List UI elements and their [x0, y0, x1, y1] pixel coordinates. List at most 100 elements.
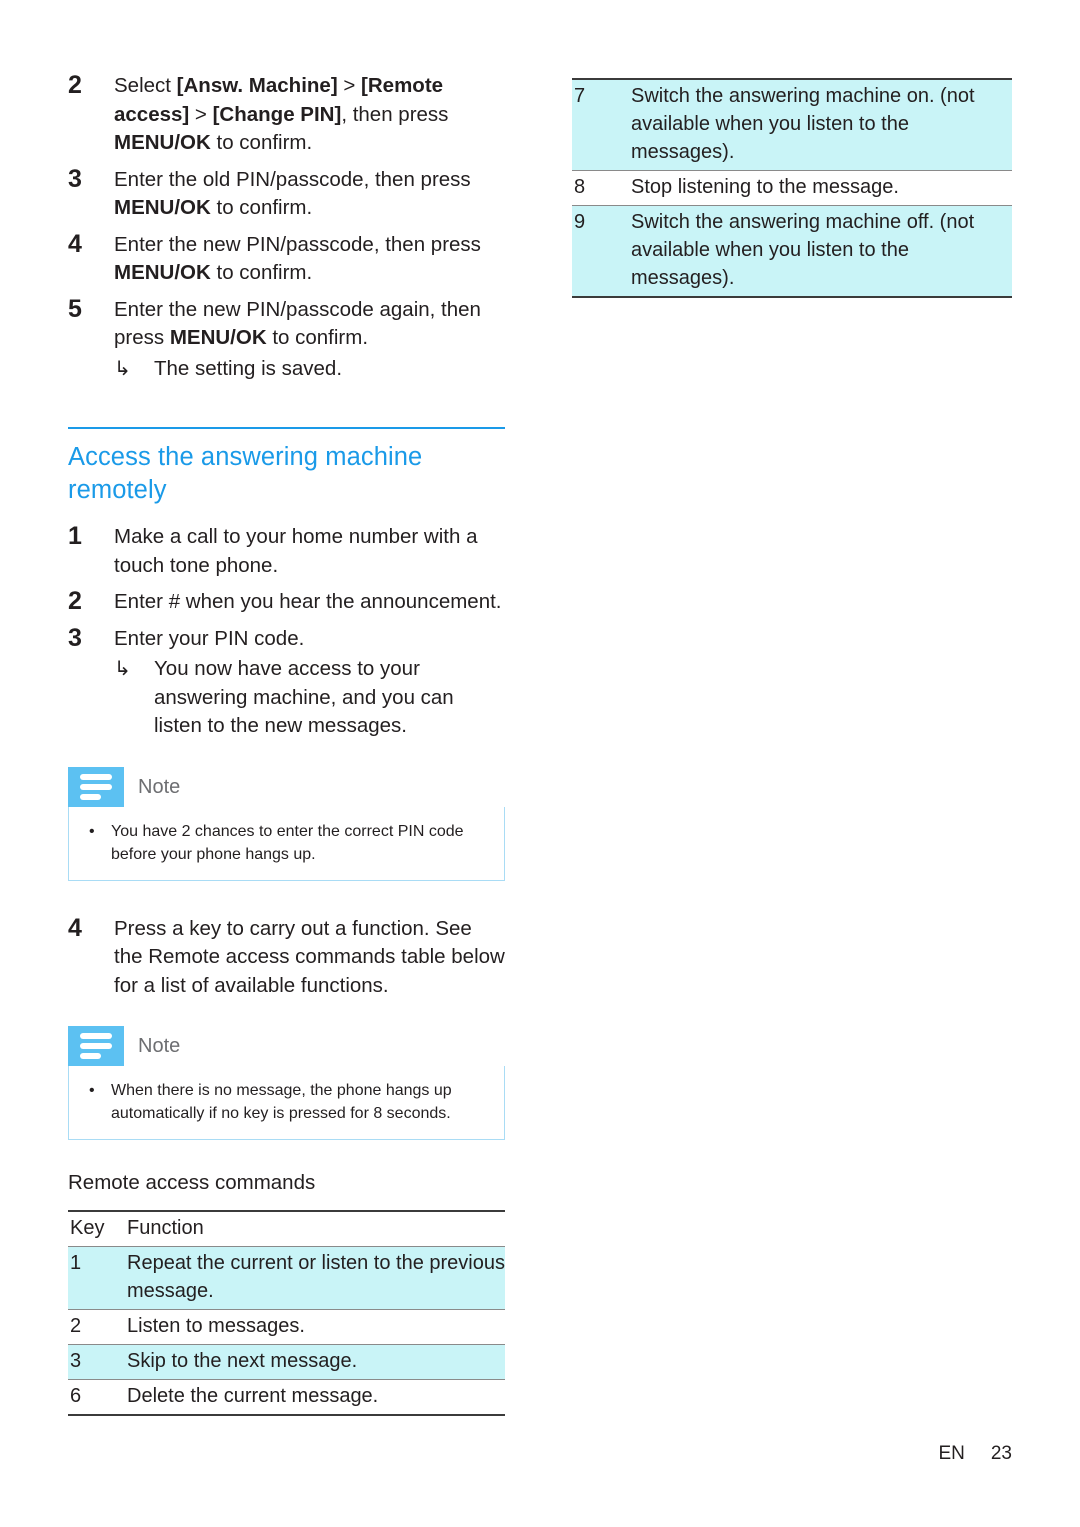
numbered-step: 5 Enter the new PIN/passcode again, then … — [68, 295, 505, 384]
step-text: Make a call to your home number with a t… — [114, 525, 477, 577]
cell-key: 3 — [68, 1344, 125, 1380]
note-box-no-message: Note • When there is no message, the pho… — [68, 1026, 505, 1140]
table-row: 2 Listen to messages. — [68, 1309, 505, 1345]
step-text: Enter the new PIN/passcode again, then p… — [114, 298, 481, 350]
note-body: • When there is no message, the phone ha… — [68, 1066, 505, 1140]
numbered-step: 2 Select [Answ. Machine] > [Remote access… — [68, 71, 505, 158]
step-text-fragment: > — [337, 74, 362, 97]
step-text: Enter your PIN code. — [114, 627, 304, 650]
note-text: When there is no message, the phone hang… — [111, 1082, 452, 1122]
cell-function: Delete the current message. — [125, 1379, 505, 1416]
remote-access-steps-list: 1 Make a call to your home number with a … — [68, 522, 505, 741]
step-text-fragment: , then press — [341, 102, 449, 126]
column-header-key: Key — [68, 1210, 125, 1247]
result-arrow-icon: ↳ — [114, 658, 131, 680]
cell-function: Repeat the current or listen to the prev… — [125, 1246, 505, 1310]
table-header-row: Key Function — [68, 1210, 505, 1247]
step-number: 1 — [68, 522, 82, 550]
right-column: 7 Switch the answering machine on. (not a… — [572, 78, 1012, 298]
cell-function: Stop listening to the message. — [629, 170, 1012, 206]
section-heading-block: Access the answering machine remotely — [68, 427, 505, 507]
bullet-icon: • — [89, 822, 95, 840]
table-row: 9 Switch the answering machine off. (not … — [572, 205, 1012, 298]
note-lines-icon — [68, 766, 124, 807]
page-footer: EN 23 — [0, 1443, 1080, 1465]
manual-page: 2 Select [Answ. Machine] > [Remote access… — [0, 0, 1080, 1527]
step-text-fragment: Make a call to your home number with a t… — [114, 525, 478, 577]
table-row: 3 Skip to the next message. — [68, 1344, 505, 1380]
note-header: Note — [68, 766, 505, 807]
numbered-step: 3 Enter your PIN code. ↳ You now have acces… — [68, 623, 505, 741]
note-bullet-item: • You have 2 chances to enter the correc… — [85, 820, 488, 866]
result-text: The setting is saved. — [154, 356, 343, 380]
step-text-emphasis: MENU/OK — [114, 196, 211, 219]
cell-key: 7 — [572, 78, 629, 171]
numbered-step: 3 Enter the old PIN/passcode, then press … — [68, 164, 505, 223]
step-four-list: 4 Press a key to carry out a function. Se… — [68, 913, 505, 1001]
note-bullet-item: • When there is no message, the phone ha… — [85, 1079, 488, 1125]
step-text-fragment: Enter the old PIN/passcode, then press — [114, 167, 471, 191]
numbered-step: 2 Enter # when you hear the announcement. — [68, 587, 505, 617]
column-header-function: Function — [125, 1210, 505, 1247]
step-number: 4 — [68, 913, 82, 942]
step-text-fragment: to confirm. — [210, 196, 313, 219]
note-title: Note — [138, 775, 181, 798]
step-text-emphasis: [Change PIN] — [212, 102, 342, 126]
note-text: You have 2 chances to enter the correct … — [111, 822, 464, 863]
table-caption: Remote access commands — [68, 1171, 316, 1194]
step-result: ↳ You now have access to your answering m… — [114, 655, 505, 741]
step-number: 4 — [68, 229, 82, 258]
note-title: Note — [138, 1035, 181, 1057]
cell-key: 1 — [68, 1246, 125, 1310]
note-header: Note — [68, 1026, 505, 1066]
step-text: Press a key to carry out a function. See… — [114, 917, 505, 997]
table-body: 1 Repeat the current or listen to the pre… — [68, 1246, 505, 1416]
step-text: Enter # when you hear the announcement. — [114, 590, 502, 613]
step-text-emphasis: MENU/OK — [114, 261, 211, 284]
remote-access-commands-table-continued: 7 Switch the answering machine on. (not a… — [572, 78, 1012, 298]
footer-page-number: 23 — [990, 1443, 1012, 1464]
table-body: 7 Switch the answering machine on. (not a… — [572, 78, 1012, 298]
step-text-fragment: to confirm. — [266, 326, 369, 349]
result-arrow-icon: ↳ — [114, 357, 131, 380]
table-row: 6 Delete the current message. — [68, 1379, 505, 1416]
step-text: Enter the old PIN/passcode, then press M… — [114, 168, 471, 220]
step-text-emphasis: MENU/OK — [169, 326, 267, 349]
step-number: 2 — [68, 587, 82, 615]
remote-access-commands-table: Key Function 1 Repeat the current or list… — [68, 1210, 505, 1416]
bullet-icon: • — [89, 1082, 95, 1099]
step-text-fragment: Select — [114, 74, 177, 97]
note-lines-icon — [68, 1026, 124, 1066]
table-head: Key Function — [68, 1210, 505, 1247]
numbered-step: 1 Make a call to your home number with a … — [68, 522, 505, 580]
step-text-emphasis: MENU/OK — [114, 131, 211, 154]
note-body: • You have 2 chances to enter the correc… — [68, 806, 505, 881]
cell-key: 6 — [68, 1379, 125, 1416]
cell-function: Skip to the next message. — [125, 1344, 505, 1380]
step-text: Enter the new PIN/passcode, then press M… — [114, 233, 481, 285]
note-box-pin-chances: Note • You have 2 chances to enter the c… — [68, 766, 505, 881]
cell-function: Switch the answering machine on. (not av… — [629, 78, 1012, 171]
change-pin-steps-list: 2 Select [Answ. Machine] > [Remote access… — [68, 71, 505, 384]
step-text-fragment: to confirm. — [210, 261, 313, 284]
cell-function: Listen to messages. — [125, 1309, 505, 1345]
step-number: 2 — [68, 71, 82, 99]
step-text-fragment: to confirm. — [210, 131, 313, 154]
page-title: Access the answering machine remotely — [68, 443, 423, 504]
table-row: 7 Switch the answering machine on. (not a… — [572, 78, 1012, 171]
cell-key: 2 — [68, 1309, 125, 1345]
cell-function: Switch the answering machine off. (not a… — [629, 205, 1012, 298]
numbered-step: 4 Enter the new PIN/passcode, then press … — [68, 229, 505, 288]
footer-language: EN — [938, 1443, 965, 1464]
left-column: 2 Select [Answ. Machine] > [Remote access… — [68, 71, 505, 1416]
cell-key: 9 — [572, 205, 629, 298]
result-text: You now have access to your answering ma… — [154, 657, 454, 737]
step-text-fragment: Enter your PIN code. — [114, 626, 305, 650]
step-result: ↳ The setting is saved. — [114, 355, 505, 384]
table-row: 8 Stop listening to the message. — [572, 170, 1012, 206]
step-number: 3 — [68, 164, 82, 193]
step-text: Select [Answ. Machine] > [Remote access]… — [114, 74, 448, 154]
step-text-fragment: > — [189, 102, 213, 126]
step-number: 3 — [68, 623, 82, 652]
step-text-fragment: Enter the new PIN/passcode, then press — [114, 232, 481, 256]
